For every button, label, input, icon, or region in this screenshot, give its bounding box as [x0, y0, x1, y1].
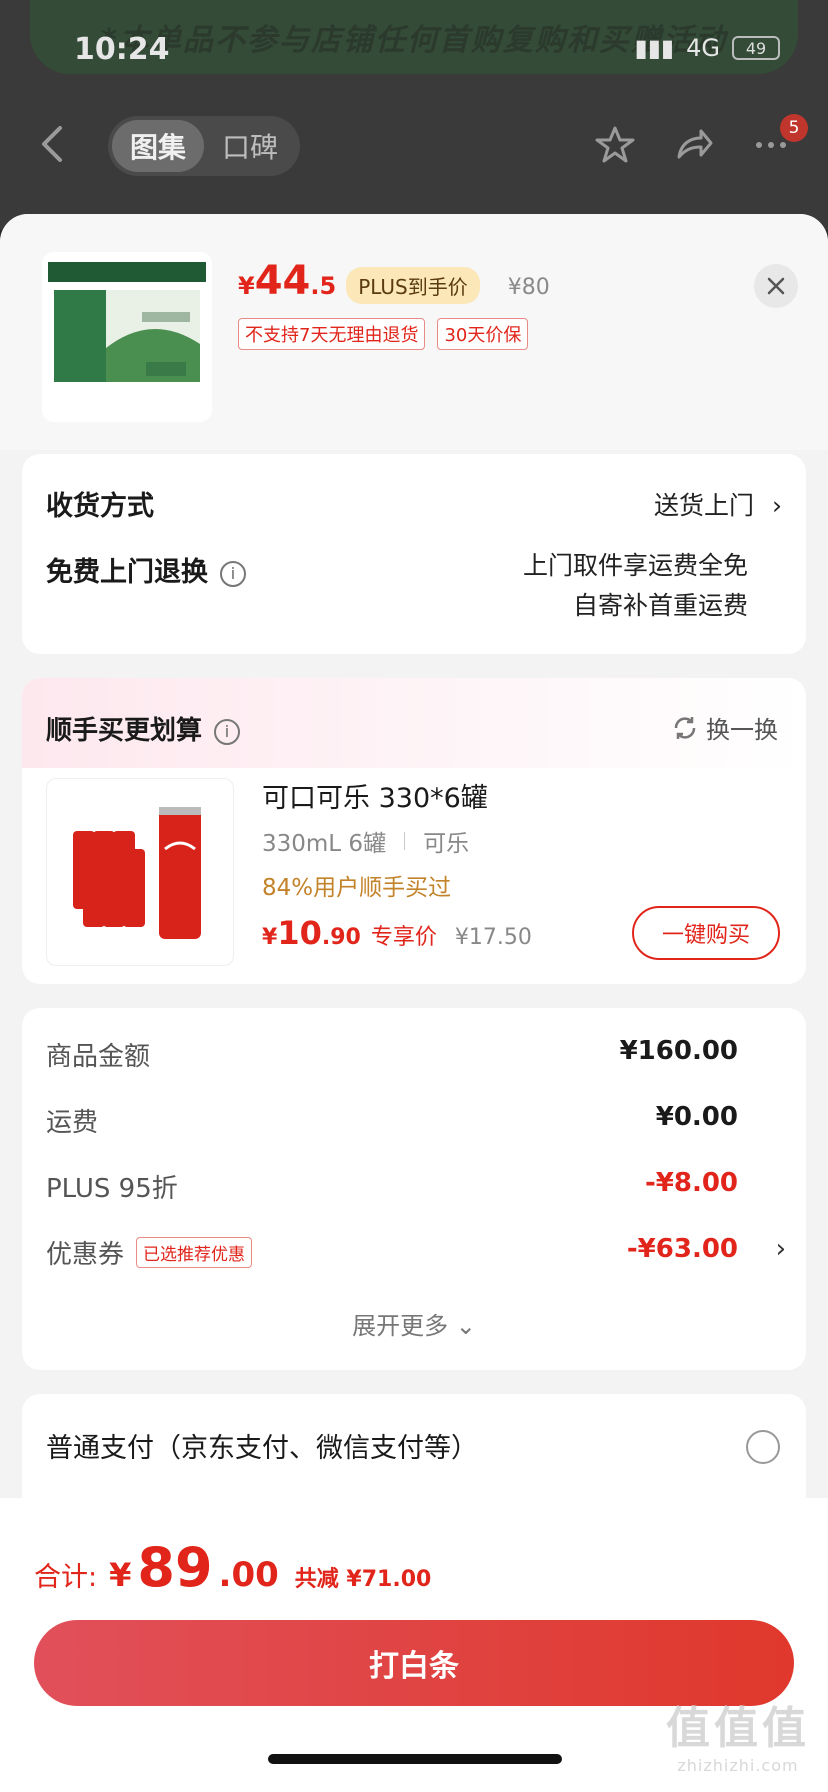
watermark: 值值值 zhizhizhi.com — [666, 1703, 810, 1775]
one-click-buy-button[interactable]: 一键购买 — [632, 906, 780, 960]
free-return-label: 免费上门退换 i — [46, 550, 246, 589]
close-button[interactable] — [754, 264, 798, 308]
addon-price: ¥10.90 — [262, 914, 361, 952]
info-icon[interactable]: i — [214, 718, 241, 745]
fee-row-shipping: 运费 ¥0.00 — [46, 1102, 738, 1138]
payment-card: 普通支付（京东支付、微信支付等） — [22, 1394, 806, 1514]
chevron-down-icon: ⌄ — [455, 1312, 476, 1340]
addon-original-price: ¥17.50 — [454, 925, 532, 950]
price-protect-tag: 30天价保 — [437, 318, 529, 350]
expand-more-button[interactable]: 展开更多 ⌄ — [22, 1306, 806, 1341]
product-thumbnail — [42, 252, 212, 422]
coke-image — [46, 778, 234, 966]
fee-row-coupon[interactable]: 优惠券 已选推荐优惠 -¥63.00 › — [46, 1234, 786, 1274]
free-return-desc: 上门取件享运费全免 自寄补首重运费 — [522, 551, 748, 620]
payment-option-label[interactable]: 普通支付（京东支付、微信支付等） — [46, 1426, 478, 1465]
original-price: ¥80 — [507, 275, 550, 300]
payment-radio[interactable] — [746, 1430, 780, 1464]
back-icon[interactable] — [38, 124, 68, 164]
close-icon — [767, 277, 785, 295]
share-icon[interactable] — [672, 124, 714, 166]
product-tags: 不支持7天无理由退货 30天价保 — [238, 318, 529, 350]
delivery-method-value[interactable]: 送货上门 › — [654, 486, 782, 522]
refresh-icon — [674, 716, 696, 739]
addon-spec: 330mL 6罐 可乐 — [262, 831, 470, 857]
tab-reviews[interactable]: 口碑 — [204, 120, 296, 172]
fee-card: 商品金额 ¥160.00 运费 ¥0.00 PLUS 95折 -¥8.00 优惠… — [22, 1008, 806, 1370]
status-time: 10:24 — [74, 32, 170, 67]
delivery-card: 收货方式 送货上门 › 免费上门退换 i 上门取件享运费全免 自寄补首重运费 — [22, 454, 806, 654]
fee-row-subtotal: 商品金额 ¥160.00 — [46, 1036, 738, 1072]
addon-card: 顺手买更划算 i 换一换 可口可乐 330*6罐 330mL 6罐 可乐 84%用户… — [22, 678, 806, 984]
addon-product-name[interactable]: 可口可乐 330*6罐 — [262, 776, 488, 815]
coupon-tag: 已选推荐优惠 — [136, 1237, 253, 1268]
delivery-method-label: 收货方式 — [46, 491, 154, 522]
checkout-sheet: ¥44.5 PLUS到手价 ¥80 不支持7天无理由退货 30天价保 收货方式 … — [0, 214, 828, 1792]
signal-icon: ▮▮▮ — [634, 34, 675, 62]
addon-price-row: ¥10.90 专享价 ¥17.50 — [262, 914, 532, 952]
network-label: 4G — [686, 34, 720, 62]
battery-icon: 49 — [732, 36, 780, 60]
home-indicator — [268, 1754, 562, 1764]
total-savings: 共减 ¥71.00 — [294, 1567, 432, 1592]
status-indicators: ▮▮▮ 4G 49 — [634, 34, 780, 62]
chevron-right-icon: › — [772, 491, 782, 520]
fee-row-plus-discount: PLUS 95折 -¥8.00 — [46, 1168, 738, 1204]
total-amount: 合计: ¥89.00 共减 ¥71.00 — [34, 1536, 432, 1599]
star-icon[interactable] — [594, 124, 636, 166]
checkout-bar: 合计: ¥89.00 共减 ¥71.00 打白条 值值值 zhizhizhi.c… — [0, 1498, 828, 1792]
refresh-button[interactable]: 换一换 — [672, 710, 778, 745]
sheet-header: ¥44.5 PLUS到手价 ¥80 不支持7天无理由退货 30天价保 — [0, 214, 828, 450]
plus-price-tag: PLUS到手价 — [346, 267, 480, 304]
product-price: ¥44.5 — [238, 258, 337, 304]
addon-stat: 84%用户顺手买过 — [262, 875, 452, 901]
info-icon[interactable]: i — [220, 560, 246, 587]
product-price-row: ¥44.5 PLUS到手价 ¥80 — [238, 258, 550, 304]
chevron-right-icon: › — [775, 1234, 786, 1264]
addon-title: 顺手买更划算 i — [46, 710, 241, 747]
nav-actions — [594, 124, 792, 166]
no-return-tag: 不支持7天无理由退货 — [238, 318, 426, 350]
exclusive-label: 专享价 — [370, 925, 437, 950]
tab-switcher: 图集 口碑 — [108, 116, 300, 176]
notification-badge: 5 — [780, 114, 808, 142]
tab-gallery[interactable]: 图集 — [112, 120, 204, 172]
